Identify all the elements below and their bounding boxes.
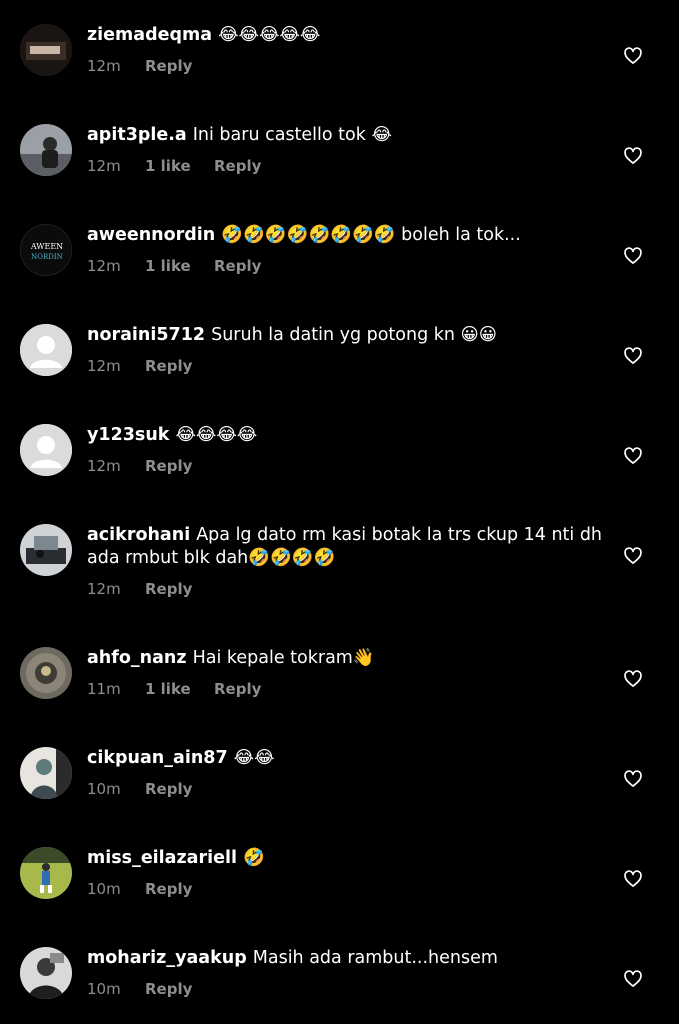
reply-button[interactable]: Reply [214,156,261,176]
comment-time: 10m [87,780,121,798]
comment-username[interactable]: noraini5712 [87,325,205,345]
comment-time: 12m [87,57,121,75]
avatar[interactable] [20,647,72,699]
reply-button[interactable]: Reply [214,256,261,276]
heart-icon[interactable] [623,146,643,166]
like-count[interactable]: 1 like [145,256,214,276]
comment-username[interactable]: ahfo_nanz [87,648,187,668]
comment-time: 11m [87,680,121,698]
comment-username[interactable]: cikpuan_ain87 [87,748,228,768]
comment-time: 12m [87,157,121,175]
like-count[interactable]: 1 like [145,679,214,699]
avatar[interactable] [20,747,72,799]
avatar[interactable] [20,524,72,576]
avatar[interactable] [20,324,72,376]
avatar[interactable] [20,424,72,476]
comment-time: 10m [87,880,121,898]
comment-time: 12m [87,257,121,275]
heart-icon[interactable] [623,969,643,989]
reply-button[interactable]: Reply [145,879,192,899]
avatar[interactable] [20,24,72,76]
avatar[interactable] [20,847,72,899]
avatar[interactable]: AWEEN NORDIN [20,224,72,276]
comment-text: Masih ada rambut...hensem [252,948,498,968]
comment-text: Hai kepale tokram👋 [192,648,375,668]
reply-button[interactable]: Reply [145,579,192,599]
comment-username[interactable]: aweennordin [87,225,215,245]
comment-username[interactable]: mohariz_yaakup [87,948,247,968]
comment-username[interactable]: ziemadeqma [87,25,212,45]
like-count[interactable]: 1 like [145,156,214,176]
reply-button[interactable]: Reply [145,456,192,476]
avatar-logo-text-bottom: NORDIN [31,253,63,261]
reply-button[interactable]: Reply [145,779,192,799]
comment-username[interactable]: y123suk [87,425,169,445]
comment-username[interactable]: acikrohani [87,525,190,545]
avatar[interactable] [20,947,72,999]
heart-icon[interactable] [623,869,643,889]
heart-icon[interactable] [623,446,643,466]
reply-button[interactable]: Reply [214,679,261,699]
reply-button[interactable]: Reply [145,979,192,999]
comment-text: Ini baru castello tok 😂 [192,125,392,145]
comment-username[interactable]: apit3ple.a [87,125,187,145]
heart-icon[interactable] [623,546,643,566]
reply-button[interactable]: Reply [145,356,192,376]
heart-icon[interactable] [623,769,643,789]
comment-text: 🤣🤣🤣🤣🤣🤣🤣🤣 boleh la tok... [221,225,521,245]
comment-text: Suruh la datin yg potong kn 😀😀 [211,325,498,345]
comment-time: 10m [87,980,121,998]
heart-icon[interactable] [623,46,643,66]
comment-time: 12m [87,580,121,598]
avatar[interactable] [20,124,72,176]
heart-icon[interactable] [623,669,643,689]
avatar-logo-text-top: AWEEN [30,242,63,251]
comment-time: 12m [87,457,121,475]
heart-icon[interactable] [623,346,643,366]
comment-text: 😂😂😂😂 [175,425,258,445]
reply-button[interactable]: Reply [145,56,192,76]
comment-text: 😂😂😂😂😂 [218,25,321,45]
comment-time: 12m [87,357,121,375]
heart-icon[interactable] [623,246,643,266]
comment-text: 🤣 [242,848,265,868]
comment-text: 😂😂 [233,748,275,768]
comment-username[interactable]: miss_eilazariell [87,848,237,868]
